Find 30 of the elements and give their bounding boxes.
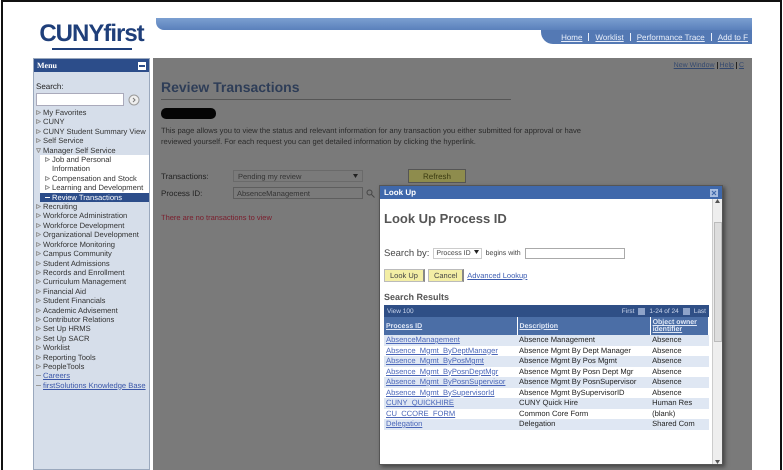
field-label: Transactions:: [161, 172, 210, 180]
nav-link[interactable]: Worklist: [595, 32, 624, 42]
search-value-field[interactable]: [524, 248, 625, 259]
results-title: Search Results: [384, 292, 450, 302]
previous-icon[interactable]: [638, 308, 646, 314]
caret-icon: [474, 250, 479, 254]
search-icon[interactable]: [366, 188, 375, 198]
scroll-down-icon[interactable]: [715, 460, 720, 464]
collapse-icon[interactable]: [138, 62, 146, 70]
search-go-icon[interactable]: [128, 94, 140, 106]
scrollbar[interactable]: [712, 199, 722, 464]
close-button[interactable]: [710, 188, 718, 196]
nav-link[interactable]: Performance Trace: [636, 32, 705, 42]
dialog-heading: Look Up Process ID: [384, 211, 508, 226]
menu-title: Menu: [37, 61, 57, 70]
nav-link[interactable]: Home: [561, 32, 582, 42]
dash-icon: [45, 194, 50, 200]
nav-link[interactable]: Add to F: [718, 32, 748, 42]
redacted-block: [161, 108, 216, 119]
next-icon[interactable]: [682, 308, 690, 314]
search-label: Search:: [36, 82, 65, 91]
search-by-label: Search by:: [384, 248, 430, 259]
collapsed-icon: [45, 157, 50, 162]
page-title: Review Transactions: [161, 79, 511, 100]
field-label: Process ID:: [161, 188, 204, 198]
logo: CUNYfirst: [39, 22, 144, 46]
search-field[interactable]: [36, 93, 124, 106]
dialog-title: Look Up: [384, 188, 416, 197]
expanded-icon: [36, 148, 41, 153]
caret-icon: [353, 174, 358, 178]
